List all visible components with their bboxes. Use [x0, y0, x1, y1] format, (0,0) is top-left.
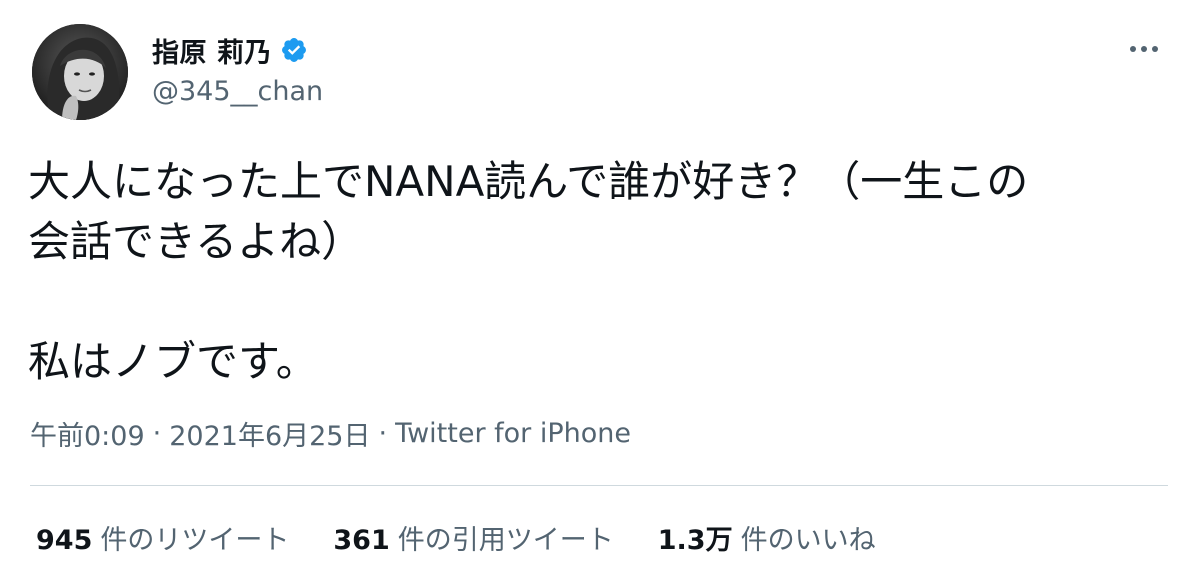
- author-handle[interactable]: @345__chan: [152, 76, 323, 107]
- display-name-row: 指原 莉乃: [152, 30, 323, 70]
- more-options-button[interactable]: [1124, 34, 1164, 64]
- tweet-time[interactable]: 午前0:09: [30, 414, 145, 453]
- quote-count: 361: [333, 525, 389, 556]
- tweet-meta: 午前0:09 · 2021年6月25日 · Twitter for iPhone: [30, 414, 631, 453]
- quote-tweets-stat[interactable]: 361 件の引用ツイート: [333, 518, 613, 557]
- likes-stat[interactable]: 1.3万 件のいいね: [658, 518, 876, 557]
- tweet-date[interactable]: 2021年6月25日: [169, 414, 370, 453]
- avatar-photo: [32, 24, 128, 120]
- more-horizontal-icon: [1129, 45, 1159, 53]
- meta-separator-2: ·: [378, 418, 387, 449]
- meta-separator: ·: [153, 418, 162, 449]
- display-name[interactable]: 指原 莉乃: [152, 31, 272, 70]
- like-label: 件のいいね: [741, 518, 876, 557]
- divider: [30, 485, 1168, 486]
- tweet-text: 大人になった上でNANA読んで誰が好き？（一生この 会話できるよね） 私はノブで…: [28, 152, 1168, 392]
- tweet-header: 指原 莉乃 @345__chan: [32, 24, 1168, 124]
- retweets-stat[interactable]: 945 件のリツイート: [36, 518, 289, 557]
- author-info: 指原 莉乃 @345__chan: [152, 30, 323, 107]
- like-count: 1.3万: [658, 518, 733, 557]
- verified-badge-icon: [280, 36, 308, 64]
- quote-label: 件の引用ツイート: [398, 518, 614, 557]
- retweet-label: 件のリツイート: [100, 518, 289, 557]
- tweet-source[interactable]: Twitter for iPhone: [395, 418, 631, 449]
- retweet-count: 945: [36, 525, 92, 556]
- avatar[interactable]: [32, 24, 128, 120]
- tweet-stats: 945 件のリツイート 361 件の引用ツイート 1.3万 件のいいね: [36, 518, 876, 557]
- tweet-card: 指原 莉乃 @345__chan 大人になった上でNANA読んで誰が好き？（一生…: [0, 0, 1200, 580]
